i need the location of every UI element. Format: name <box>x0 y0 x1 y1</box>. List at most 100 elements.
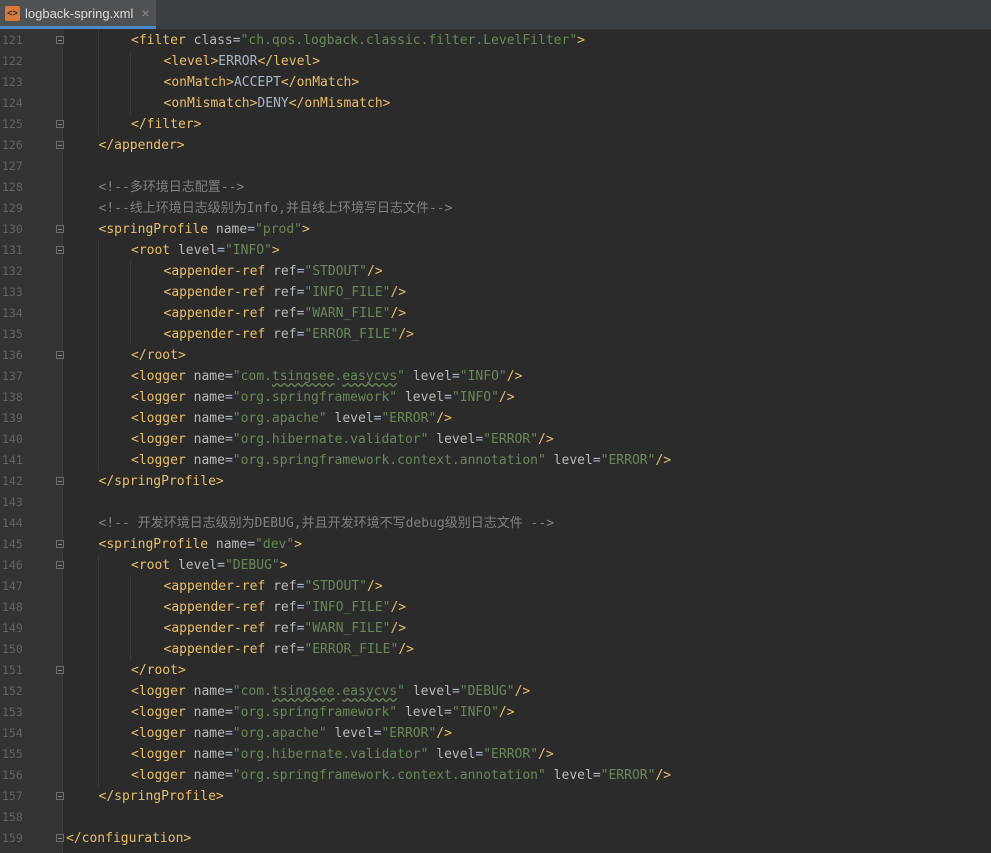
indent-guide <box>97 639 99 660</box>
code-line[interactable]: 156 <logger name="org.springframework.con… <box>0 765 991 786</box>
code-token: <logger <box>131 726 194 741</box>
code-token: "STDOUT" <box>304 579 368 594</box>
code-token: <logger <box>131 411 194 426</box>
code-line[interactable]: 146 <root level="DEBUG"> <box>0 555 991 576</box>
code-line[interactable]: 149 <appender-ref ref="WARN_FILE"/> <box>0 618 991 639</box>
code-line[interactable]: 130 <springProfile name="prod"> <box>0 219 991 240</box>
code-line[interactable]: 129 <!--线上环境日志级别为Info,并且线上环境写日志文件--> <box>0 198 991 219</box>
code-text: <level>ERROR</level> <box>164 51 321 72</box>
code-token: level <box>177 243 218 258</box>
code-token: "org.apache" <box>232 411 327 426</box>
code-token: "DEBUG" <box>459 684 515 699</box>
code-token: = <box>224 369 233 384</box>
code-editor[interactable]: 121 <filter class="ch.qos.logback.classic… <box>0 30 991 853</box>
code-token: <appender-ref <box>163 264 274 279</box>
line-number: 124 <box>2 96 23 110</box>
code-token: </configuration> <box>66 831 192 846</box>
code-line[interactable]: 138 <logger name="org.springframework" le… <box>0 387 991 408</box>
code-token: /> <box>506 369 523 384</box>
code-line[interactable]: 139 <logger name="org.apache" level="ERRO… <box>0 408 991 429</box>
fold-marker-icon[interactable] <box>56 561 64 569</box>
xml-file-icon: <> <box>5 5 20 21</box>
code-token: name <box>215 537 248 552</box>
code-token: /> <box>367 264 383 279</box>
fold-marker-icon[interactable] <box>56 225 64 233</box>
code-line[interactable]: 152 <logger name="com.tsingsee.easycvs" l… <box>0 681 991 702</box>
line-number: 132 <box>2 264 23 278</box>
code-line[interactable]: 121 <filter class="ch.qos.logback.classic… <box>0 30 991 51</box>
code-line[interactable]: 133 <appender-ref ref="INFO_FILE"/> <box>0 282 991 303</box>
code-token: <!--线上环境日志级别为Info,并且线上环境写日志文件--> <box>98 201 453 216</box>
indent-guide <box>97 303 99 324</box>
code-line[interactable]: 135 <appender-ref ref="ERROR_FILE"/> <box>0 324 991 345</box>
indent-guide <box>97 408 99 429</box>
code-line[interactable]: 145 <springProfile name="dev"> <box>0 534 991 555</box>
line-number: 149 <box>2 621 23 635</box>
line-number: 145 <box>2 537 23 551</box>
code-line[interactable]: 158 <box>0 807 991 828</box>
code-line[interactable]: 140 <logger name="org.hibernate.validator… <box>0 429 991 450</box>
code-line[interactable]: 125 </filter> <box>0 114 991 135</box>
code-text: <!-- 开发环境日志级别为DEBUG,并且开发环境不写debug级别日志文件 … <box>99 513 555 534</box>
code-line[interactable]: 155 <logger name="org.hibernate.validator… <box>0 744 991 765</box>
line-number: 143 <box>2 495 23 509</box>
code-token: tsingsee <box>271 369 335 384</box>
code-text: <logger name="org.springframework.contex… <box>131 765 671 786</box>
code-text: <appender-ref ref="ERROR_FILE"/> <box>164 639 414 660</box>
code-line[interactable]: 142 </springProfile> <box>0 471 991 492</box>
code-text: <springProfile name="dev"> <box>99 534 303 555</box>
code-token: name <box>193 768 225 783</box>
fold-marker-icon[interactable] <box>56 246 64 254</box>
line-number: 141 <box>2 453 23 467</box>
fold-marker-icon[interactable] <box>56 351 64 359</box>
code-line[interactable]: 134 <appender-ref ref="WARN_FILE"/> <box>0 303 991 324</box>
code-line[interactable]: 122 <level>ERROR</level> <box>0 51 991 72</box>
code-token: "ERROR" <box>483 747 539 762</box>
fold-marker-icon[interactable] <box>56 666 64 674</box>
code-line[interactable]: 143 <box>0 492 991 513</box>
code-line[interactable]: 148 <appender-ref ref="INFO_FILE"/> <box>0 597 991 618</box>
indent-guide <box>130 618 131 639</box>
fold-marker-icon[interactable] <box>56 36 64 44</box>
code-line[interactable]: 147 <appender-ref ref="STDOUT"/> <box>0 576 991 597</box>
code-token: </springProfile> <box>98 474 224 489</box>
code-line[interactable]: 159 </configuration> <box>0 828 991 849</box>
code-line[interactable]: 151 </root> <box>0 660 991 681</box>
code-line[interactable]: 157 </springProfile> <box>0 786 991 807</box>
code-line[interactable]: 141 <logger name="org.springframework.con… <box>0 450 991 471</box>
code-line[interactable]: 137 <logger name="com.tsingsee.easycvs" l… <box>0 366 991 387</box>
code-line[interactable]: 124 <onMismatch>DENY</onMismatch> <box>0 93 991 114</box>
tab-logback-spring-xml[interactable]: <> logback-spring.xml × <box>0 0 156 29</box>
code-token: level <box>404 390 445 405</box>
code-line[interactable]: 153 <logger name="org.springframework" le… <box>0 702 991 723</box>
indent-guide <box>97 681 99 702</box>
code-line[interactable]: 154 <logger name="org.apache" level="ERRO… <box>0 723 991 744</box>
fold-marker-icon[interactable] <box>56 540 64 548</box>
code-token: /> <box>390 621 407 636</box>
code-line[interactable]: 126 </appender> <box>0 135 991 156</box>
fold-marker-icon[interactable] <box>56 477 64 485</box>
line-number: 158 <box>2 810 23 824</box>
code-token: ACCEPT <box>233 75 281 90</box>
code-line[interactable]: 132 <appender-ref ref="STDOUT"/> <box>0 261 991 282</box>
code-token: "INFO_FILE" <box>304 285 391 300</box>
indent-guide <box>97 93 99 114</box>
code-line[interactable]: 131 <root level="INFO"> <box>0 240 991 261</box>
code-line[interactable]: 128 <!--多环境日志配置--> <box>0 177 991 198</box>
fold-marker-icon[interactable] <box>56 792 64 800</box>
code-line[interactable]: 144 <!-- 开发环境日志级别为DEBUG,并且开发环境不写debug级别日志… <box>0 513 991 534</box>
fold-marker-icon[interactable] <box>56 834 64 842</box>
code-line[interactable]: 127 <box>0 156 991 177</box>
indent-guide <box>130 72 131 93</box>
code-line[interactable]: 150 <appender-ref ref="ERROR_FILE"/> <box>0 639 991 660</box>
code-line[interactable]: 123 <onMatch>ACCEPT</onMatch> <box>0 72 991 93</box>
close-icon[interactable]: × <box>141 5 149 21</box>
code-line[interactable]: 136 </root> <box>0 345 991 366</box>
fold-marker-icon[interactable] <box>56 141 64 149</box>
code-token: /> <box>655 453 672 468</box>
fold-marker-icon[interactable] <box>56 120 64 128</box>
